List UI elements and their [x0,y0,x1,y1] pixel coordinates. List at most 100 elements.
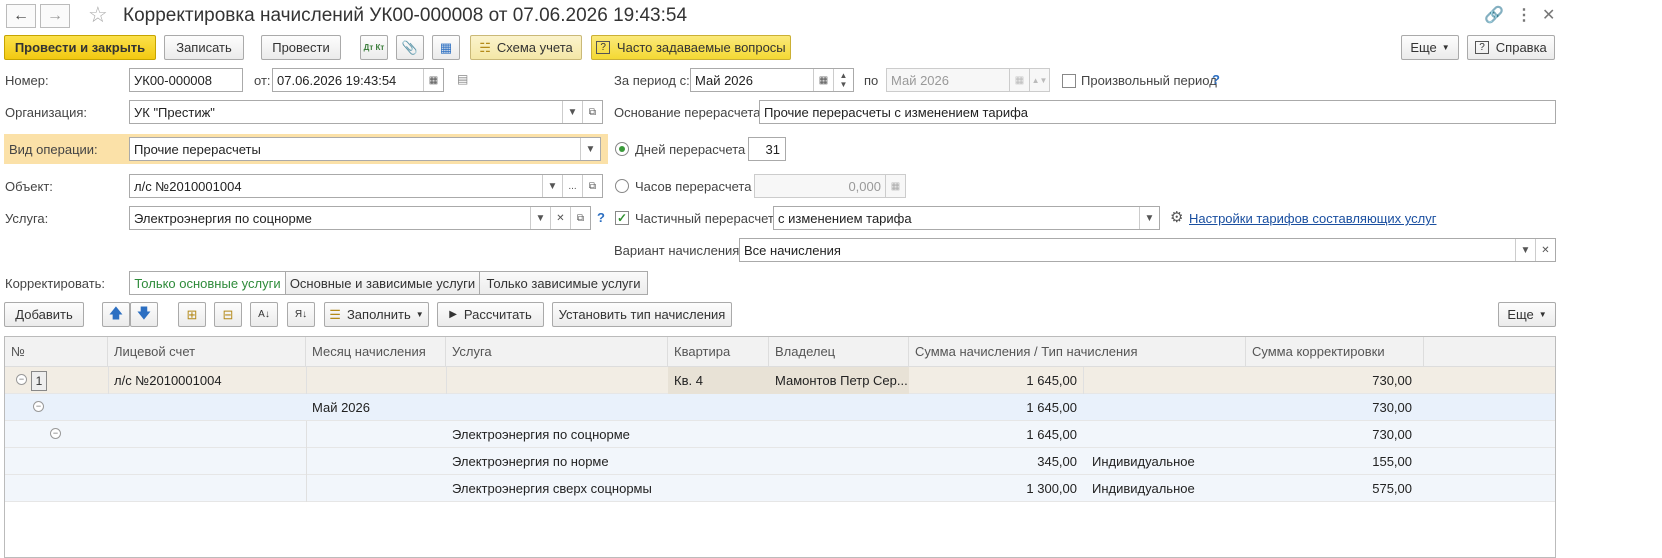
object-field[interactable]: л/с №2010001004 ▼ ... ⧉ [129,174,603,198]
calendar-icon[interactable]: ▦ [423,69,443,91]
table-more-button[interactable]: Еще ▼ [1498,302,1556,327]
calendar-icon: ▦ [1009,69,1029,91]
set-type-button[interactable]: Установить тип начисления [552,302,732,327]
chevron-down-icon[interactable]: ▼ [562,101,582,123]
partial-recalc-field[interactable]: с изменением тарифа ▼ [773,206,1160,230]
collapse-icon[interactable]: − [33,401,44,412]
cell-correction: 155,00 [1372,454,1412,469]
arbitrary-period-checkbox[interactable] [1062,74,1076,88]
more-button[interactable]: Еще ▼ [1401,35,1459,60]
service-field[interactable]: Электроэнергия по соцнорме ▼ ✕ ⧉ [129,206,591,230]
chevron-down-icon[interactable]: ▼ [1515,239,1535,261]
table-row[interactable]: − Электроэнергия по соцнорме 1 645,00 73… [5,421,1555,448]
col-header-flat[interactable]: Квартира [668,337,769,367]
chevron-down-icon[interactable]: ▼ [1139,207,1159,229]
period-label: За период с: [614,73,690,88]
variant-field[interactable]: Все начисления ▼ ✕ [739,238,1556,262]
window-title: Корректировка начислений УК00-000008 от … [123,5,688,26]
collapse-icon[interactable]: − [50,428,61,439]
col-header-sum[interactable]: Сумма начисления / Тип начисления [909,337,1246,367]
table-row[interactable]: Электроэнергия по норме 345,00 Индивидуа… [5,448,1555,475]
cell-correction: 730,00 [1372,400,1412,415]
more-vertical-icon[interactable]: ⋮ [1516,5,1532,25]
close-icon[interactable]: ✕ [1542,5,1555,25]
cell-sum: 1 645,00 [1026,400,1077,415]
cell-flat: Кв. 4 [668,367,769,394]
days-field[interactable]: 31 [748,137,786,161]
play-icon: ▶ [449,309,457,320]
tariff-settings-link[interactable]: Настройки тарифов составляющих услуг [1189,211,1436,226]
move-down-icon[interactable]: 🡇 [130,302,158,327]
corrections-table[interactable]: № Лицевой счет Месяц начисления Услуга К… [4,336,1556,558]
sort-asc-icon[interactable]: А↓ [250,302,278,327]
table-header: № Лицевой счет Месяц начисления Услуга К… [5,337,1555,367]
help-question-icon[interactable]: ? [1212,72,1220,87]
faq-button[interactable]: ? Часто задаваемые вопросы [591,35,791,60]
col-header-month[interactable]: Месяц начисления [306,337,446,367]
gear-icon[interactable]: ⚙ [1170,208,1183,226]
post-and-close-button[interactable]: Провести и закрыть [4,35,156,60]
chevron-down-icon[interactable]: ▼ [542,175,562,197]
col-header-owner[interactable]: Владелец [769,337,909,367]
number-field[interactable]: УК00-000008 [129,68,243,92]
col-header-service[interactable]: Услуга [446,337,668,367]
days-radio[interactable] [615,142,629,156]
hours-field: 0,000 ▦ [754,174,906,198]
fill-button[interactable]: ☰ Заполнить ▼ [324,302,429,327]
col-header-account[interactable]: Лицевой счет [108,337,306,367]
open-icon[interactable]: ⧉ [582,175,602,197]
period-from-field[interactable]: Май 2026 ▦ ▲ ▼ [690,68,854,92]
back-button[interactable]: ← [6,4,36,28]
date-field[interactable]: 07.06.2026 19:43:54 ▦ [272,68,444,92]
help-button[interactable]: ? Справка [1467,35,1555,60]
col-header-correction[interactable]: Сумма корректировки [1246,337,1424,367]
link-icon[interactable]: 🔗 [1484,5,1504,25]
stepper-icon[interactable]: ▲ ▼ [833,69,853,91]
segment-main-only[interactable]: Только основные услуги [129,271,286,295]
clear-icon[interactable]: ✕ [1535,239,1555,261]
collapse-icon[interactable]: − [16,374,27,385]
forward-button[interactable]: → [40,4,70,28]
partial-recalc-checkbox[interactable]: ✓ [615,211,629,225]
operation-field[interactable]: Прочие перерасчеты ▼ [129,137,601,161]
cell-owner: Мамонтов Петр Сер... [769,367,909,394]
paperclip-icon[interactable]: 📎 [396,35,424,60]
organization-field[interactable]: УК "Престиж" ▼ ⧉ [129,100,603,124]
dtkt-icon[interactable]: Дт Кт [360,35,388,60]
move-up-icon[interactable]: 🡅 [102,302,130,327]
service-label: Услуга: [5,211,49,226]
sort-desc-icon[interactable]: Я↓ [287,302,315,327]
clear-icon[interactable]: ✕ [550,207,570,229]
hours-radio[interactable] [615,179,629,193]
report-icon[interactable]: ▦ [432,35,460,60]
table-row[interactable]: − 1 л/с №2010001004 Кв. 4 Мамонтов Петр … [5,367,1555,394]
accounting-scheme-button[interactable]: ☵ Схема учета [470,35,582,60]
add-button[interactable]: Добавить [4,302,84,327]
fill-icon: ☰ [329,306,341,322]
arbitrary-period-label: Произвольный период [1081,73,1217,88]
collapse-all-icon[interactable]: ⊟ [214,302,242,327]
chevron-down-icon[interactable]: ▼ [530,207,550,229]
calendar-icon[interactable]: ▦ [813,69,833,91]
help-question-icon[interactable]: ? [597,210,605,225]
table-row[interactable]: − Май 2026 1 645,00 730,00 [5,394,1555,421]
ellipsis-icon[interactable]: ... [562,175,582,197]
calculate-button[interactable]: ▶ Рассчитать [437,302,544,327]
days-label: Дней перерасчета [635,142,746,157]
post-button[interactable]: Провести [261,35,341,60]
reason-field[interactable]: Прочие перерасчеты с изменением тарифа [759,100,1556,124]
table-row[interactable]: Электроэнергия сверх соцнормы 1 300,00 И… [5,475,1555,502]
segment-dependent-only[interactable]: Только зависимые услуги [479,271,648,295]
segment-main-and-dependent[interactable]: Основные и зависимые услуги [285,271,480,295]
save-button[interactable]: Записать [164,35,244,60]
col-header-num[interactable]: № [5,337,108,367]
comment-icon[interactable]: ▤ [457,72,468,86]
cell-sum: 1 645,00 [1026,427,1077,442]
chevron-down-icon[interactable]: ▼ [580,138,600,160]
operation-label: Вид операции: [9,142,98,157]
arrow-left-icon: ← [13,7,29,24]
open-icon[interactable]: ⧉ [582,101,602,123]
favorite-star-icon[interactable]: ☆ [88,2,108,28]
expand-all-icon[interactable]: ⊞ [178,302,206,327]
open-icon[interactable]: ⧉ [570,207,590,229]
